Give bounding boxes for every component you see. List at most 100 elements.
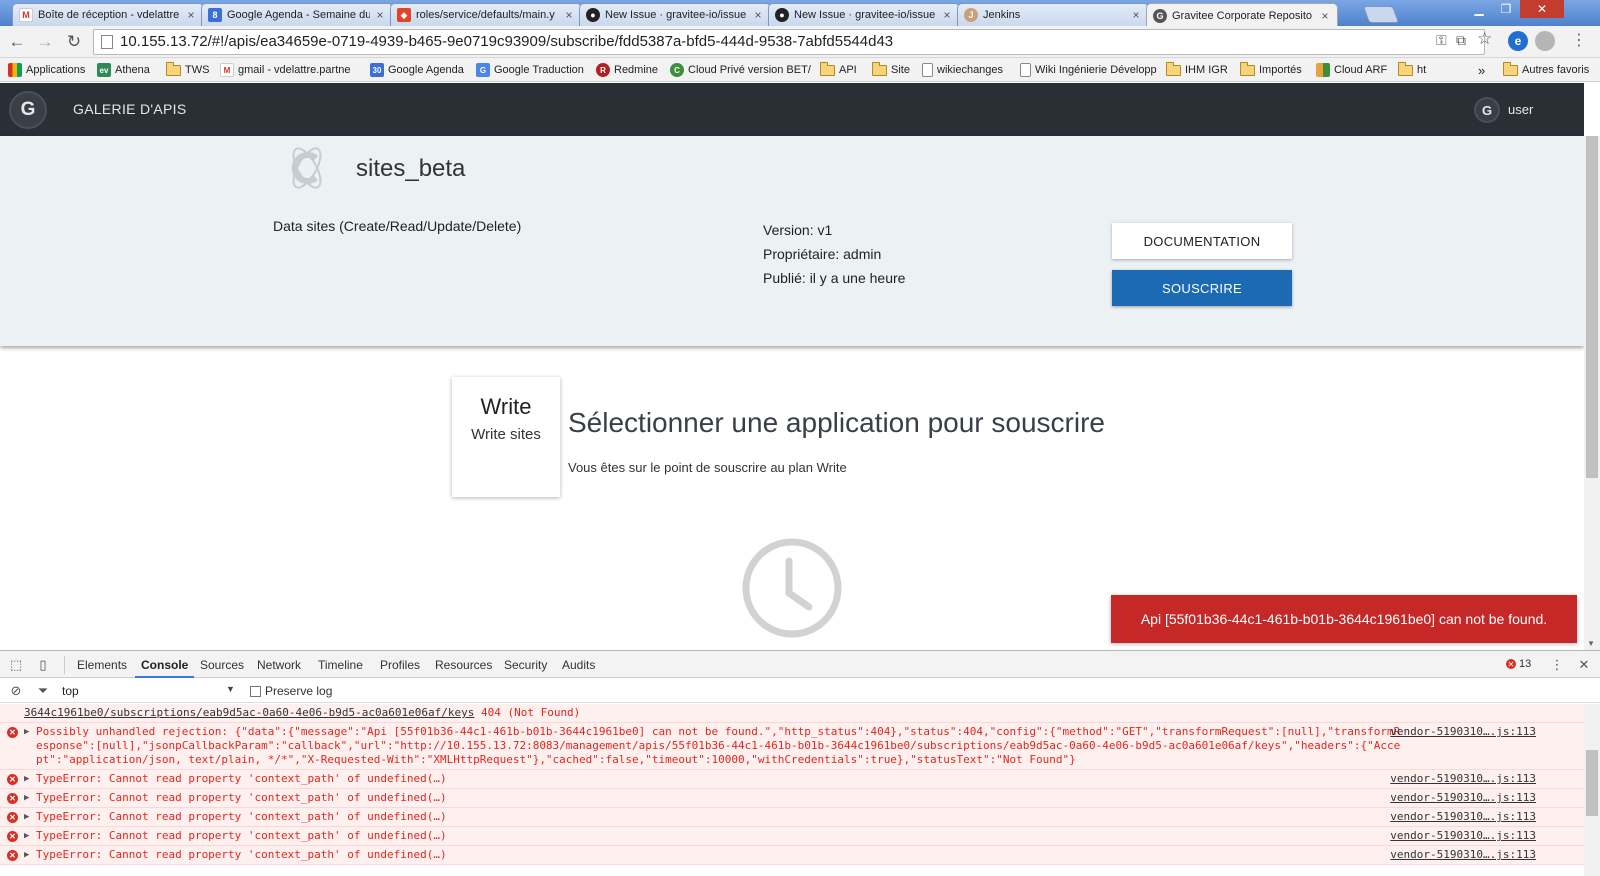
reload-icon[interactable]: ↻ [63, 32, 85, 52]
more-bookmarks-button[interactable]: » [1478, 61, 1485, 79]
google-calendar-icon: 8 [208, 8, 222, 22]
clear-console-icon[interactable]: ⊘ [8, 683, 24, 699]
minimize-window-icon[interactable]: ▁ [1466, 0, 1492, 18]
browser-tab-gravitee[interactable]: G Gravitee Corporate Reposito × [1146, 3, 1338, 27]
folder-icon [872, 61, 887, 76]
devtools-tab-resources[interactable]: Resources [435, 658, 492, 672]
expand-triangle-icon[interactable]: ▶ [24, 772, 29, 786]
close-tab-icon[interactable]: × [185, 8, 197, 22]
devtools-tab-security[interactable]: Security [504, 658, 547, 672]
filter-icon[interactable]: ⏷ [35, 683, 51, 699]
bookmark-google-traduction[interactable]: G Google Traduction [476, 61, 584, 79]
expand-triangle-icon[interactable]: ▶ [24, 848, 29, 862]
close-tab-icon[interactable]: × [752, 8, 764, 22]
bookmark-athena[interactable]: ev Athena [97, 61, 150, 79]
browser-tab-github-1[interactable]: ● New Issue · gravitee-io/issue × [579, 3, 771, 26]
source-link[interactable]: vendor-5190310….js:113 [1390, 772, 1536, 786]
address-bar[interactable]: 10.155.13.72/#!/apis/ea34659e-0719-4939-… [93, 29, 1485, 55]
gravitee-logo-icon[interactable]: G [9, 91, 47, 129]
source-link[interactable]: vendor-5190310….js:113 [1390, 810, 1536, 824]
close-tab-icon[interactable]: × [563, 8, 575, 22]
bookmark-wiki-ingenierie[interactable]: Wiki Ingénierie Développ [1020, 61, 1157, 79]
console-scrollbar-thumb[interactable] [1586, 750, 1598, 816]
scroll-down-arrow-icon[interactable]: ▼ [1587, 639, 1595, 648]
bookmark-cloud-arf[interactable]: Cloud ARF [1316, 61, 1387, 79]
key-icon[interactable]: ⚿ [1436, 32, 1447, 49]
console-row: 3644c1961be0/subscriptions/eab9d5ac-0a60… [0, 704, 1584, 723]
chrome-menu-icon[interactable]: ⋮ [1571, 30, 1587, 50]
redmine-icon: R [596, 63, 610, 77]
devtools-tab-profiles[interactable]: Profiles [380, 658, 420, 672]
documentation-button[interactable]: DOCUMENTATION [1112, 223, 1292, 259]
expand-triangle-icon[interactable]: ▶ [24, 725, 29, 739]
source-link[interactable]: vendor-5190310….js:113 [1390, 725, 1536, 739]
forward-arrow-icon[interactable]: → [34, 32, 56, 52]
translate-icon[interactable]: ⧉ [1456, 32, 1466, 49]
inspect-element-icon[interactable]: ⬚ [8, 657, 24, 673]
plan-name: Write [480, 394, 532, 419]
page-scrollbar[interactable]: ▼ [1584, 136, 1600, 650]
bookmark-site[interactable]: Site [872, 61, 910, 79]
user-menu[interactable]: user [1508, 102, 1533, 117]
bookmark-api[interactable]: API [820, 61, 857, 79]
expand-triangle-icon[interactable]: ▶ [24, 810, 29, 824]
bookmark-google-agenda[interactable]: 30 Google Agenda [370, 61, 464, 79]
extension-gray-icon[interactable] [1535, 31, 1555, 51]
globe-icon: C [670, 63, 684, 77]
devtools-tab-audits[interactable]: Audits [562, 658, 595, 672]
browser-tab-google-agenda[interactable]: 8 Google Agenda - Semaine du × [201, 3, 393, 26]
bookmark-ht[interactable]: ht [1398, 61, 1426, 79]
console-output: 3644c1961be0/subscriptions/eab9d5ac-0a60… [0, 704, 1584, 876]
browser-tab-github-2[interactable]: ● New Issue · gravitee-io/issue × [768, 3, 960, 26]
bookmark-ihm-igr[interactable]: IHM IGR [1166, 61, 1228, 79]
subscribe-button[interactable]: SOUSCRIRE [1112, 270, 1292, 306]
back-arrow-icon[interactable]: ← [6, 32, 28, 52]
device-mode-icon[interactable]: ▯ [35, 657, 51, 673]
console-scrollbar[interactable] [1584, 704, 1600, 876]
expand-triangle-icon[interactable]: ▶ [24, 791, 29, 805]
user-avatar-icon[interactable]: G [1474, 97, 1500, 123]
page-scrollbar-thumb[interactable] [1586, 136, 1598, 478]
devtools-tab-sources[interactable]: Sources [200, 658, 244, 672]
browser-tab-gmail[interactable]: M Boîte de réception - vdelattre × [12, 3, 204, 26]
bookmark-applications[interactable]: Applications [8, 61, 85, 79]
plan-card[interactable]: Write Write sites [452, 377, 560, 497]
close-tab-icon[interactable]: × [1319, 9, 1331, 23]
error-counter[interactable]: ✕ 13 [1506, 658, 1531, 670]
bookmark-importes[interactable]: Importés [1240, 61, 1302, 79]
bookmark-tws[interactable]: TWS [166, 61, 209, 79]
restore-window-icon[interactable]: ❐ [1493, 0, 1519, 18]
close-devtools-icon[interactable]: ✕ [1576, 657, 1592, 673]
devtools-tab-timeline[interactable]: Timeline [318, 658, 363, 672]
close-window-icon[interactable]: ✕ [1520, 0, 1564, 18]
browser-tab-gitlab[interactable]: ◆ roles/service/defaults/main.y × [390, 3, 582, 26]
expand-triangle-icon[interactable]: ▶ [24, 829, 29, 843]
browser-tab-jenkins[interactable]: J Jenkins × [957, 3, 1149, 26]
folder-icon [1240, 61, 1255, 76]
devtools-tab-network[interactable]: Network [257, 658, 301, 672]
github-icon: ● [775, 8, 789, 22]
devtools-tab-elements[interactable]: Elements [77, 658, 127, 672]
source-link[interactable]: vendor-5190310….js:113 [1390, 829, 1536, 843]
context-selector[interactable]: top [62, 684, 79, 698]
close-tab-icon[interactable]: × [941, 8, 953, 22]
close-tab-icon[interactable]: × [1130, 8, 1142, 22]
source-link[interactable]: vendor-5190310….js:113 [1390, 848, 1536, 862]
bookmark-wikiechanges[interactable]: wikiechanges [922, 61, 1003, 79]
bookmark-cloud-prive[interactable]: C Cloud Privé version BET/ [670, 61, 811, 79]
request-url-link[interactable]: 3644c1961be0/subscriptions/eab9d5ac-0a60… [24, 706, 474, 719]
source-link[interactable]: vendor-5190310….js:113 [1390, 791, 1536, 805]
preserve-log-checkbox[interactable]: Preserve log [250, 684, 332, 698]
bookmark-star-icon[interactable]: ☆ [1477, 29, 1492, 49]
brand-title[interactable]: GALERIE D'APIS [73, 101, 186, 117]
close-tab-icon[interactable]: × [374, 8, 386, 22]
extension-e-icon[interactable]: e [1508, 31, 1528, 51]
bookmark-autres-favoris[interactable]: Autres favoris [1503, 61, 1589, 79]
devtools-tab-console[interactable]: Console [134, 658, 195, 678]
bookmark-gmail[interactable]: M gmail - vdelattre.partne [220, 61, 351, 79]
bookmark-redmine[interactable]: R Redmine [596, 61, 658, 79]
bookmarks-bar: Applications ev Athena TWS M gmail - vde… [0, 58, 1600, 82]
new-tab-button[interactable] [1362, 6, 1400, 23]
devtools-menu-icon[interactable]: ⋮ [1549, 657, 1565, 673]
context-dropdown-arrow-icon[interactable]: ▼ [226, 684, 235, 694]
